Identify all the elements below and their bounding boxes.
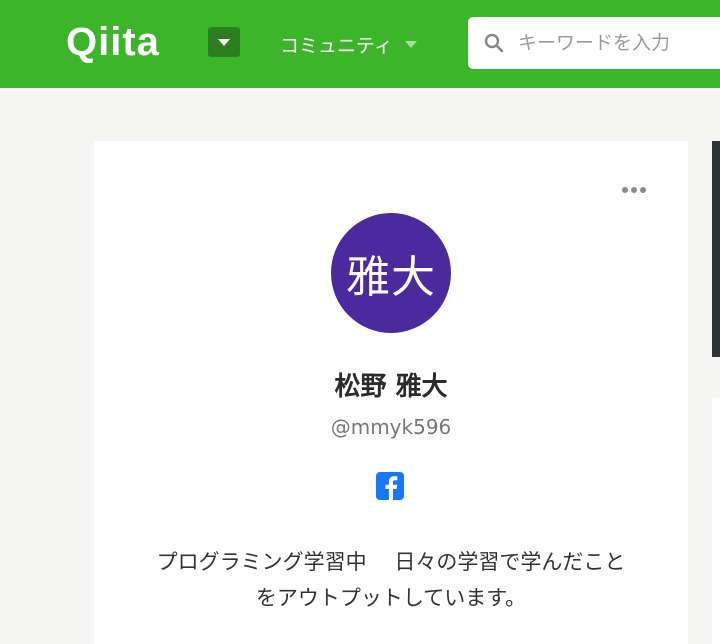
- dot: [631, 187, 637, 193]
- bio-line: をアウトプットしています。: [255, 586, 527, 610]
- more-options-icon[interactable]: [622, 187, 646, 193]
- side-card-edge: [712, 398, 720, 644]
- caret-down-icon: [218, 39, 230, 46]
- user-handle: @mmyk596: [330, 415, 452, 439]
- top-header: Qiita コミュニティ: [0, 0, 720, 88]
- search-input[interactable]: [518, 27, 718, 59]
- dot: [622, 187, 628, 193]
- chevron-down-icon: [404, 40, 417, 48]
- community-label: コミュニティ: [280, 34, 393, 57]
- side-panel-edge: [712, 141, 720, 357]
- community-menu[interactable]: コミュニティ: [280, 30, 417, 58]
- facebook-icon[interactable]: [376, 472, 404, 500]
- profile-card: 雅大 松野 雅大 @mmyk596 プログラミング学習中 日々の学習で学んだこと…: [94, 141, 688, 644]
- facebook-logo-icon: [385, 476, 398, 500]
- dot: [640, 187, 646, 193]
- avatar[interactable]: 雅大: [331, 213, 451, 333]
- search-box[interactable]: [468, 17, 720, 69]
- logo-dropdown-button[interactable]: [208, 27, 240, 57]
- search-icon: [484, 33, 504, 53]
- profile-bio: プログラミング学習中 日々の学習で学んだこと をアウトプットしています。: [124, 544, 658, 616]
- bio-line: プログラミング学習中 日々の学習で学んだこと: [156, 550, 626, 574]
- qiita-logo[interactable]: Qiita: [66, 18, 160, 66]
- user-name: 松野 雅大: [334, 372, 448, 402]
